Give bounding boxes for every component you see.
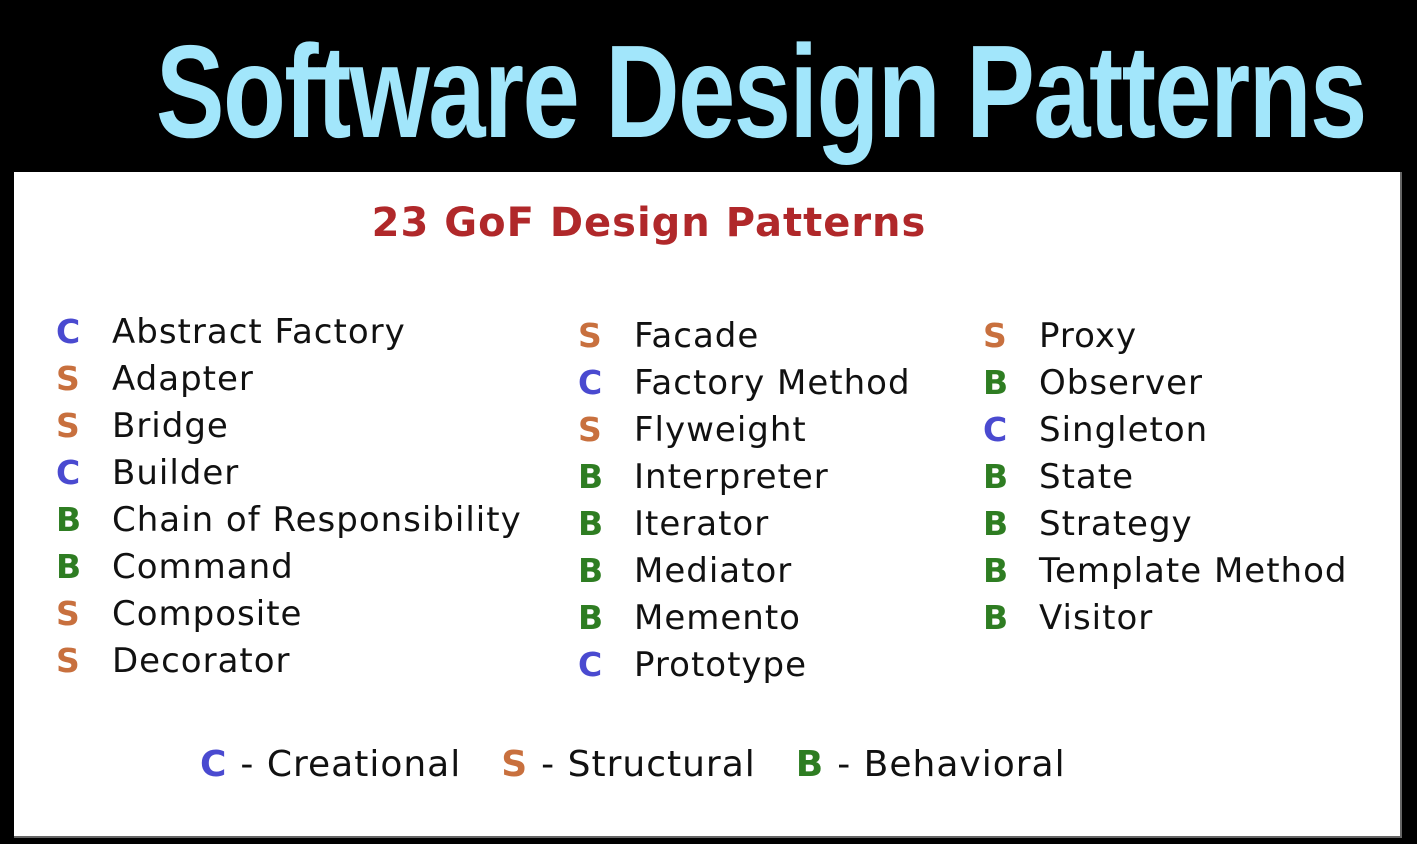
legend: C - Creational S - Structural B - Behavi…: [200, 744, 1106, 785]
category-letter: C: [56, 312, 81, 351]
pattern-name: Composite: [112, 593, 303, 634]
main-title: Software Design Patterns: [155, 18, 1367, 165]
pattern-name: Command: [112, 546, 294, 587]
pattern-item: S Bridge: [56, 402, 522, 449]
patterns-panel: 23 GoF Design Patterns C Abstract Factory…: [14, 172, 1402, 838]
subtitle: 23 GoF Design Patterns: [371, 200, 927, 246]
pattern-name: Singleton: [1039, 409, 1209, 450]
pattern-name: Facade: [634, 315, 760, 356]
pattern-item: B Memento: [578, 594, 911, 641]
category-letter: B: [578, 504, 604, 543]
category-letter: S: [56, 594, 80, 633]
category-letter: C: [56, 453, 81, 492]
pattern-column-1: C Abstract Factory S Adapter S Bridge C Builder…: [56, 308, 522, 684]
pattern-item: B Strategy: [983, 500, 1347, 547]
category-letter: C: [578, 645, 603, 684]
pattern-name: Builder: [112, 452, 240, 493]
pattern-name: Factory Method: [634, 362, 911, 403]
pattern-item: S Decorator: [56, 637, 522, 684]
pattern-item: S Flyweight: [578, 406, 911, 453]
pattern-name: Flyweight: [634, 409, 807, 450]
category-letter: B: [578, 598, 604, 637]
category-letter: C: [983, 410, 1008, 449]
pattern-item: B Visitor: [983, 594, 1347, 641]
pattern-item: B Observer: [983, 359, 1347, 406]
category-letter: S: [983, 316, 1007, 355]
pattern-item: B Command: [56, 543, 522, 590]
category-letter: B: [983, 363, 1009, 402]
pattern-name: Template Method: [1039, 550, 1348, 591]
pattern-item: B Interpreter: [578, 453, 911, 500]
pattern-name: Bridge: [112, 405, 229, 446]
category-letter: B: [983, 457, 1009, 496]
pattern-item: B Chain of Responsibility: [56, 496, 522, 543]
pattern-name: Interpreter: [634, 456, 829, 497]
pattern-name: Iterator: [634, 503, 770, 544]
pattern-name: Chain of Responsibility: [112, 499, 522, 540]
pattern-item: C Factory Method: [578, 359, 911, 406]
pattern-item: C Prototype: [578, 641, 911, 688]
legend-letter: S: [501, 744, 528, 785]
pattern-item: B Mediator: [578, 547, 911, 594]
pattern-item: S Proxy: [983, 312, 1347, 359]
pattern-name: Memento: [634, 597, 801, 638]
legend-text: - Creational: [240, 744, 462, 785]
category-letter: B: [983, 598, 1009, 637]
category-letter: B: [578, 551, 604, 590]
category-letter: B: [578, 457, 604, 496]
category-letter: S: [56, 641, 80, 680]
category-letter: S: [56, 406, 80, 445]
pattern-item: S Composite: [56, 590, 522, 637]
pattern-item: B Template Method: [983, 547, 1347, 594]
pattern-name: Observer: [1039, 362, 1203, 403]
category-letter: B: [983, 504, 1009, 543]
pattern-item: B Iterator: [578, 500, 911, 547]
category-letter: B: [56, 547, 82, 586]
pattern-column-2: S Facade C Factory Method S Flyweight B Interpr…: [578, 312, 911, 688]
legend-text: - Behavioral: [837, 744, 1066, 785]
legend-behavioral: B - Behavioral: [796, 744, 1066, 785]
pattern-name: Prototype: [634, 644, 808, 685]
pattern-item: C Singleton: [983, 406, 1347, 453]
legend-letter: C: [200, 744, 227, 785]
pattern-item: B State: [983, 453, 1347, 500]
legend-structural: S - Structural: [501, 744, 756, 785]
category-letter: S: [578, 316, 602, 355]
legend-letter: B: [795, 744, 824, 785]
pattern-item: C Builder: [56, 449, 522, 496]
pattern-column-3: S Proxy B Observer C Singleton B State B Strategy…: [983, 312, 1347, 641]
pattern-name: Proxy: [1039, 315, 1138, 356]
pattern-name: Decorator: [112, 640, 291, 681]
pattern-name: Strategy: [1039, 503, 1193, 544]
legend-text: - Structural: [541, 744, 756, 785]
category-letter: C: [578, 363, 603, 402]
category-letter: S: [578, 410, 602, 449]
pattern-name: Mediator: [634, 550, 793, 591]
pattern-name: Adapter: [112, 358, 254, 399]
pattern-name: Visitor: [1039, 597, 1154, 638]
pattern-name: Abstract Factory: [112, 311, 406, 352]
legend-creational: C - Creational: [200, 744, 461, 785]
category-letter: S: [56, 359, 80, 398]
pattern-item: C Abstract Factory: [56, 308, 522, 355]
pattern-item: S Adapter: [56, 355, 522, 402]
pattern-item: S Facade: [578, 312, 911, 359]
category-letter: B: [983, 551, 1009, 590]
category-letter: B: [56, 500, 82, 539]
pattern-name: State: [1039, 456, 1134, 497]
